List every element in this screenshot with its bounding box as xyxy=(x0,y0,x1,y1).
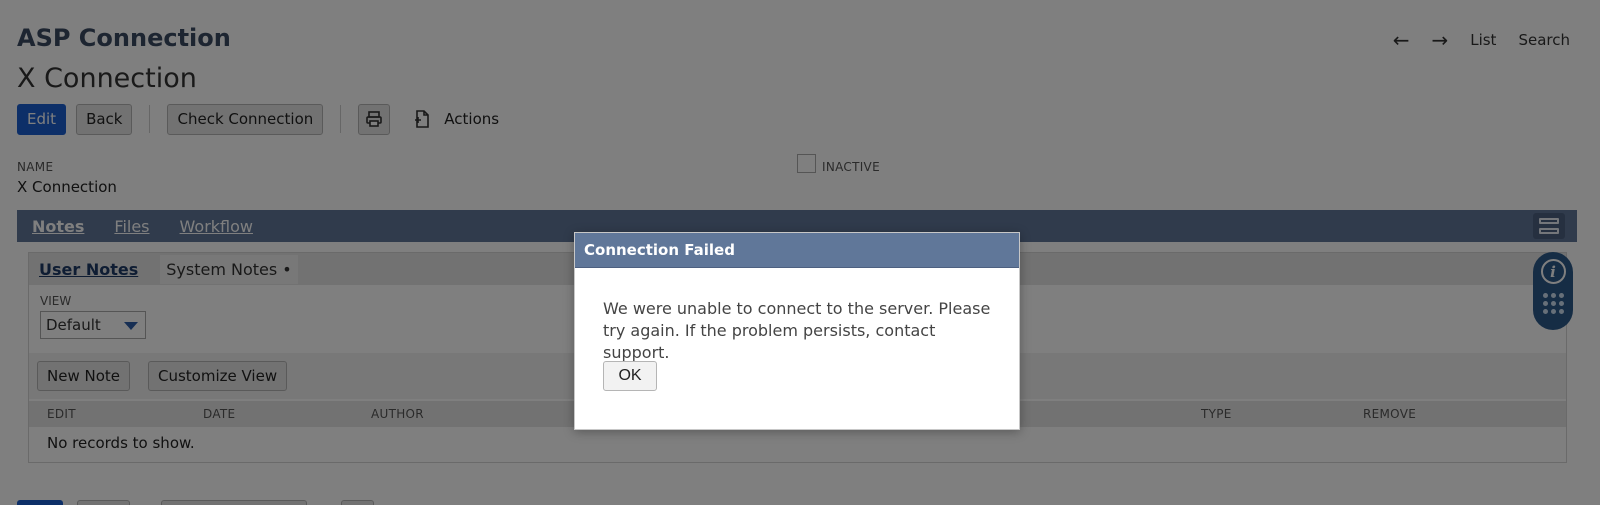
dialog-title: Connection Failed xyxy=(575,233,1019,268)
ok-button[interactable]: OK xyxy=(603,361,657,391)
connection-failed-dialog: Connection Failed We were unable to conn… xyxy=(574,232,1020,430)
dialog-message: We were unable to connect to the server.… xyxy=(603,299,991,362)
